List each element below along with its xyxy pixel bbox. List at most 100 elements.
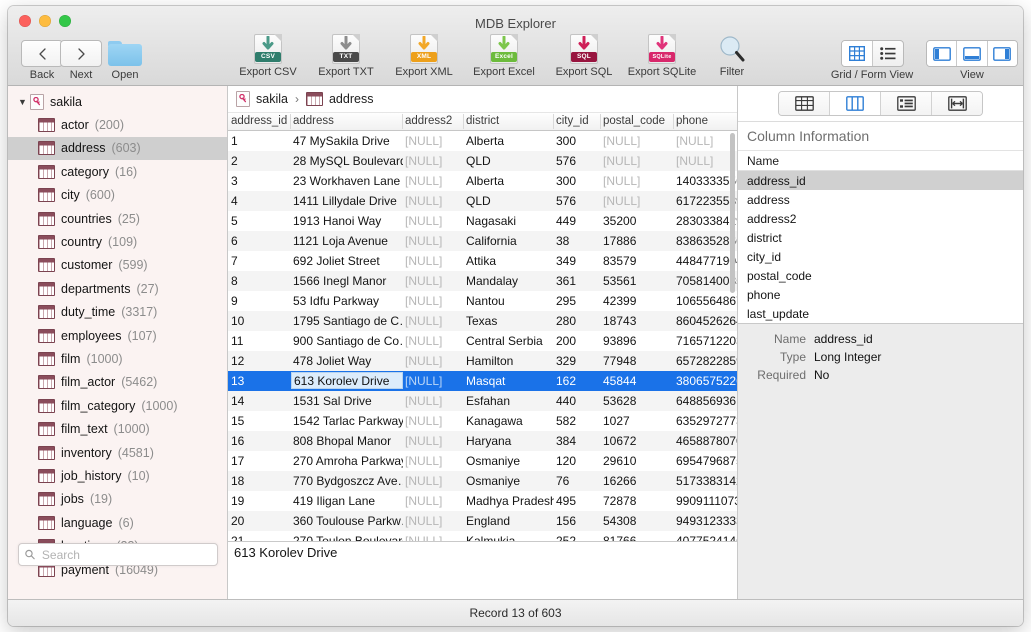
inspector-column-address[interactable]: address <box>738 190 1023 209</box>
cell-district[interactable]: California <box>466 231 554 251</box>
column-header-district[interactable]: district <box>466 113 554 130</box>
sidebar-search[interactable] <box>18 543 218 566</box>
cell-address_id[interactable]: 20 <box>231 511 291 531</box>
cell-city_id[interactable]: 361 <box>556 271 600 291</box>
cell-district[interactable]: Nantou <box>466 291 554 311</box>
table-row[interactable]: 101795 Santiago de C…[NULL]Texas28018743… <box>228 311 737 331</box>
cell-address[interactable]: 808 Bhopal Manor <box>293 431 403 451</box>
cell-city_id[interactable]: 576 <box>556 191 600 211</box>
table-row[interactable]: 147 MySakila Drive[NULL]Alberta300[NULL]… <box>228 131 737 151</box>
disclosure-triangle-icon[interactable]: ▼ <box>18 97 30 107</box>
cell-address2[interactable]: [NULL] <box>405 211 462 231</box>
back-button[interactable]: Back <box>20 37 64 81</box>
cell-postal_code[interactable]: [NULL] <box>603 191 675 211</box>
cell-address_id[interactable]: 18 <box>231 471 291 491</box>
inspector-column-district[interactable]: district <box>738 228 1023 247</box>
cell-district[interactable]: Haryana <box>466 431 554 451</box>
cell-phone[interactable]: 838635286649 <box>676 231 737 251</box>
cell-address_id[interactable]: 17 <box>231 451 291 471</box>
cell-postal_code[interactable]: [NULL] <box>603 151 675 171</box>
inspector-column-last_update[interactable]: last_update <box>738 304 1023 323</box>
column-divider[interactable] <box>290 114 291 129</box>
grid-rows-container[interactable]: 147 MySakila Drive[NULL]Alberta300[NULL]… <box>228 131 737 599</box>
cell-district[interactable]: Nagasaki <box>466 211 554 231</box>
cell-phone[interactable]: [NULL] <box>676 151 737 171</box>
cell-postal_code[interactable]: 54308 <box>603 511 675 531</box>
cell-postal_code[interactable]: [NULL] <box>603 171 675 191</box>
next-button[interactable]: Next <box>59 37 103 81</box>
cell-phone[interactable]: 648856936183 <box>676 391 737 411</box>
columns-icon[interactable] <box>830 92 881 115</box>
cell-postal_code[interactable]: 77948 <box>603 351 675 371</box>
cell-city_id[interactable]: 156 <box>556 511 600 531</box>
cell-city_id[interactable]: 300 <box>556 131 600 151</box>
cell-city_id[interactable]: 76 <box>556 471 600 491</box>
cell-district[interactable]: Esfahan <box>466 391 554 411</box>
cell-address_id[interactable]: 3 <box>231 171 291 191</box>
column-header-address2[interactable]: address2 <box>405 113 462 130</box>
cell-city_id[interactable]: 582 <box>556 411 600 431</box>
sidebar-item-language[interactable]: language(6) <box>8 511 227 534</box>
column-header-postal_code[interactable]: postal_code <box>603 113 675 130</box>
cell-address2[interactable]: [NULL] <box>405 291 462 311</box>
cell-address_id[interactable]: 15 <box>231 411 291 431</box>
sidebar-item-jobs[interactable]: jobs(19) <box>8 488 227 511</box>
inspector-segmented-control[interactable] <box>778 91 983 116</box>
export-xml-button[interactable]: XML Export XML <box>386 34 462 78</box>
cell-district[interactable]: Texas <box>466 311 554 331</box>
cell-phone[interactable]: 106556486742 <box>676 291 737 311</box>
sidebar-item-countries[interactable]: countries(25) <box>8 207 227 230</box>
cell-postal_code[interactable]: 42399 <box>603 291 675 311</box>
cell-postal_code[interactable]: 53628 <box>603 391 675 411</box>
export-csv-button[interactable]: CSV Export CSV <box>230 34 306 78</box>
column-header-address[interactable]: address <box>293 113 403 130</box>
cell-address[interactable]: 28 MySQL Boulevard <box>293 151 403 171</box>
cell-postal_code[interactable]: 10672 <box>603 431 675 451</box>
cell-phone[interactable]: 657282285970 <box>676 351 737 371</box>
export-sql-button[interactable]: SQL Export SQL <box>546 34 622 78</box>
scrollbar-thumb[interactable] <box>730 133 735 293</box>
cell-city_id[interactable]: 384 <box>556 431 600 451</box>
cell-postal_code[interactable]: 35200 <box>603 211 675 231</box>
table-row[interactable]: 7692 Joliet Street[NULL]Attika3498357944… <box>228 251 737 271</box>
cell-address_id[interactable]: 8 <box>231 271 291 291</box>
inspector-column-address_id[interactable]: address_id <box>738 171 1023 190</box>
cell-address[interactable]: 1566 Inegl Manor <box>293 271 403 291</box>
cell-postal_code[interactable]: [NULL] <box>603 131 675 151</box>
breadcrumb-table-label[interactable]: address <box>329 92 373 106</box>
cell-address[interactable]: 1411 Lillydale Drive <box>293 191 403 211</box>
table-row[interactable]: 228 MySQL Boulevard[NULL]QLD576[NULL][NU… <box>228 151 737 171</box>
cell-address_id[interactable]: 10 <box>231 311 291 331</box>
cell-city_id[interactable]: 300 <box>556 171 600 191</box>
cell-district[interactable]: Osmaniye <box>466 471 554 491</box>
table-row[interactable]: 12478 Joliet Way[NULL]Hamilton3297794865… <box>228 351 737 371</box>
sidebar-item-employees[interactable]: employees(107) <box>8 324 227 347</box>
cell-phone[interactable]: 949312333307 <box>676 511 737 531</box>
fit-width-icon[interactable] <box>932 92 982 115</box>
cell-phone[interactable]: 860452626434 <box>676 311 737 331</box>
cell-district[interactable]: Attika <box>466 251 554 271</box>
grid-form-view-control[interactable]: Grid / Form View <box>820 37 924 81</box>
cell-address_id[interactable]: 5 <box>231 211 291 231</box>
cell-postal_code[interactable]: 45844 <box>603 371 675 391</box>
cell-address_id[interactable]: 6 <box>231 231 291 251</box>
cell-district[interactable]: Mandalay <box>466 271 554 291</box>
sidebar-item-film[interactable]: film(1000) <box>8 347 227 370</box>
inspector-column-phone[interactable]: phone <box>738 285 1023 304</box>
cell-city_id[interactable]: 280 <box>556 311 600 331</box>
editing-cell-address[interactable]: 613 Korolev Drive <box>291 372 403 389</box>
cell-district[interactable]: Central Serbia <box>466 331 554 351</box>
cell-district[interactable]: Osmaniye <box>466 451 554 471</box>
table-row[interactable]: 323 Workhaven Lane[NULL]Alberta300[NULL]… <box>228 171 737 191</box>
inspector-column-address2[interactable]: address2 <box>738 209 1023 228</box>
search-input[interactable] <box>40 547 211 563</box>
sidebar-item-film_actor[interactable]: film_actor(5462) <box>8 371 227 394</box>
filter-button[interactable]: Filter <box>705 34 759 78</box>
cell-phone[interactable]: 380657522649 <box>676 371 737 391</box>
cell-address_id[interactable]: 4 <box>231 191 291 211</box>
cell-phone[interactable]: 6172235589 <box>676 191 737 211</box>
cell-district[interactable]: Alberta <box>466 171 554 191</box>
cell-postal_code[interactable]: 29610 <box>603 451 675 471</box>
cell-address2[interactable]: [NULL] <box>405 371 462 391</box>
cell-address_id[interactable]: 12 <box>231 351 291 371</box>
